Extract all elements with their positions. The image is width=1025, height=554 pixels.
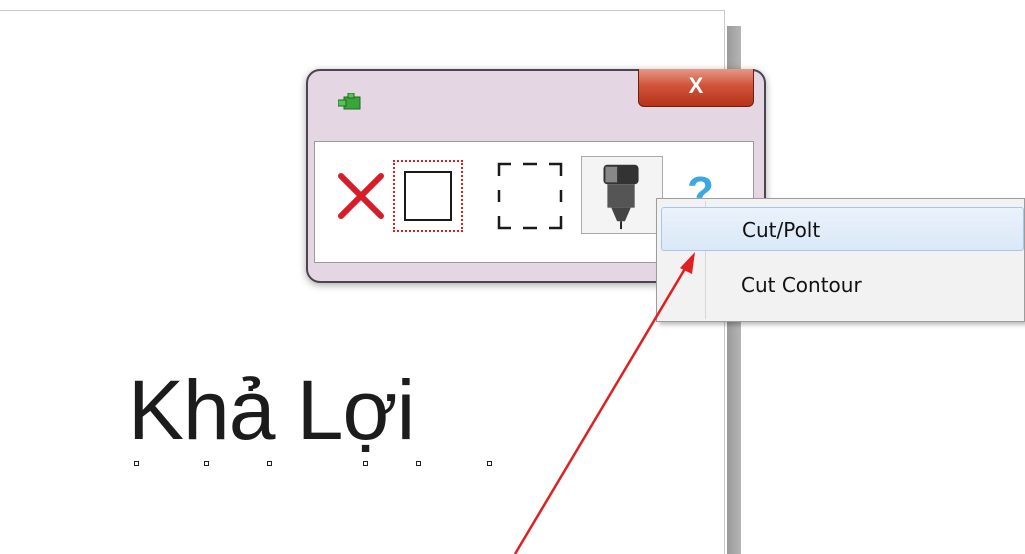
close-button[interactable]: X bbox=[638, 69, 754, 107]
selection-node[interactable] bbox=[363, 461, 368, 466]
cutter-plotter-button[interactable] bbox=[581, 156, 663, 234]
menu-item-cut-polt[interactable]: Cut/Polt bbox=[661, 207, 1024, 251]
plugin-icon bbox=[338, 93, 361, 110]
cutter-plotter-icon bbox=[603, 164, 639, 230]
context-menu: Cut/Polt Cut Contour bbox=[656, 198, 1025, 322]
rectangle-frame-icon[interactable] bbox=[393, 160, 463, 232]
page-top-edge bbox=[0, 0, 724, 11]
selection-node[interactable] bbox=[134, 461, 139, 466]
delete-x-icon[interactable] bbox=[337, 172, 385, 220]
selection-node[interactable] bbox=[416, 461, 421, 466]
selection-node[interactable] bbox=[204, 461, 209, 466]
menu-item-cut-contour[interactable]: Cut Contour bbox=[661, 263, 1024, 307]
selection-node[interactable] bbox=[487, 461, 492, 466]
canvas-text-object[interactable]: Khả Lợi bbox=[128, 368, 415, 452]
selection-node[interactable] bbox=[267, 461, 272, 466]
dashed-frame-icon[interactable] bbox=[497, 162, 563, 230]
